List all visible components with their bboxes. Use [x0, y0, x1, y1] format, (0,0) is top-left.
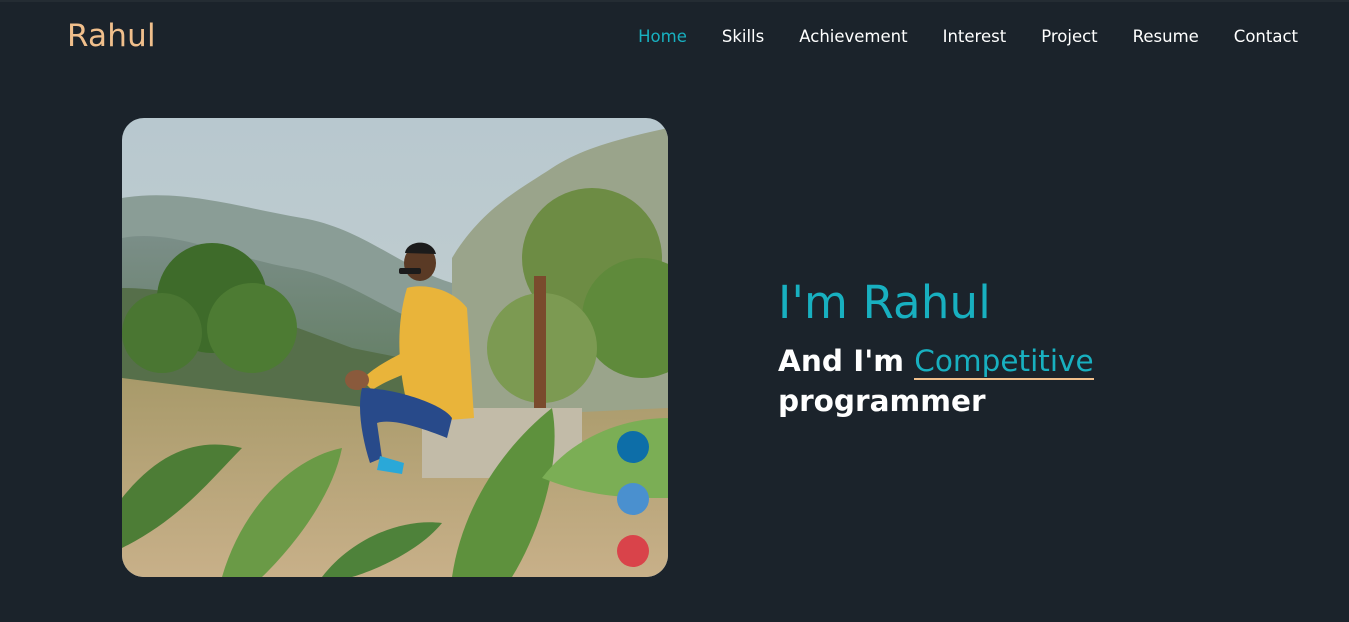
hero-role-suffix: programmer: [778, 384, 986, 418]
nav-achievement[interactable]: Achievement: [799, 27, 907, 46]
nav-resume[interactable]: Resume: [1133, 27, 1199, 46]
nav-project[interactable]: Project: [1041, 27, 1097, 46]
hero-intro: I'm Rahul And I'm Competitive programmer: [778, 276, 1198, 421]
nav-contact[interactable]: Contact: [1234, 27, 1298, 46]
instagram-icon[interactable]: [617, 535, 649, 567]
hero-role-highlight: Competitive: [914, 344, 1094, 380]
twitter-icon[interactable]: [617, 483, 649, 515]
main-nav: Home Skills Achievement Interest Project…: [638, 27, 1298, 46]
hero-subtitle-prefix: And I'm: [778, 344, 904, 378]
nav-skills[interactable]: Skills: [722, 27, 764, 46]
profile-photo: [122, 118, 668, 577]
hero-subtitle: And I'm Competitive programmer: [778, 341, 1198, 421]
nav-interest[interactable]: Interest: [943, 27, 1007, 46]
hero-title: I'm Rahul: [778, 276, 991, 329]
nav-home[interactable]: Home: [638, 27, 687, 46]
linkedin-icon[interactable]: [617, 431, 649, 463]
brand-logo[interactable]: Rahul: [67, 18, 156, 54]
top-navbar: Rahul Home Skills Achievement Interest P…: [0, 0, 1349, 72]
profile-photo-illustration: [122, 118, 668, 577]
